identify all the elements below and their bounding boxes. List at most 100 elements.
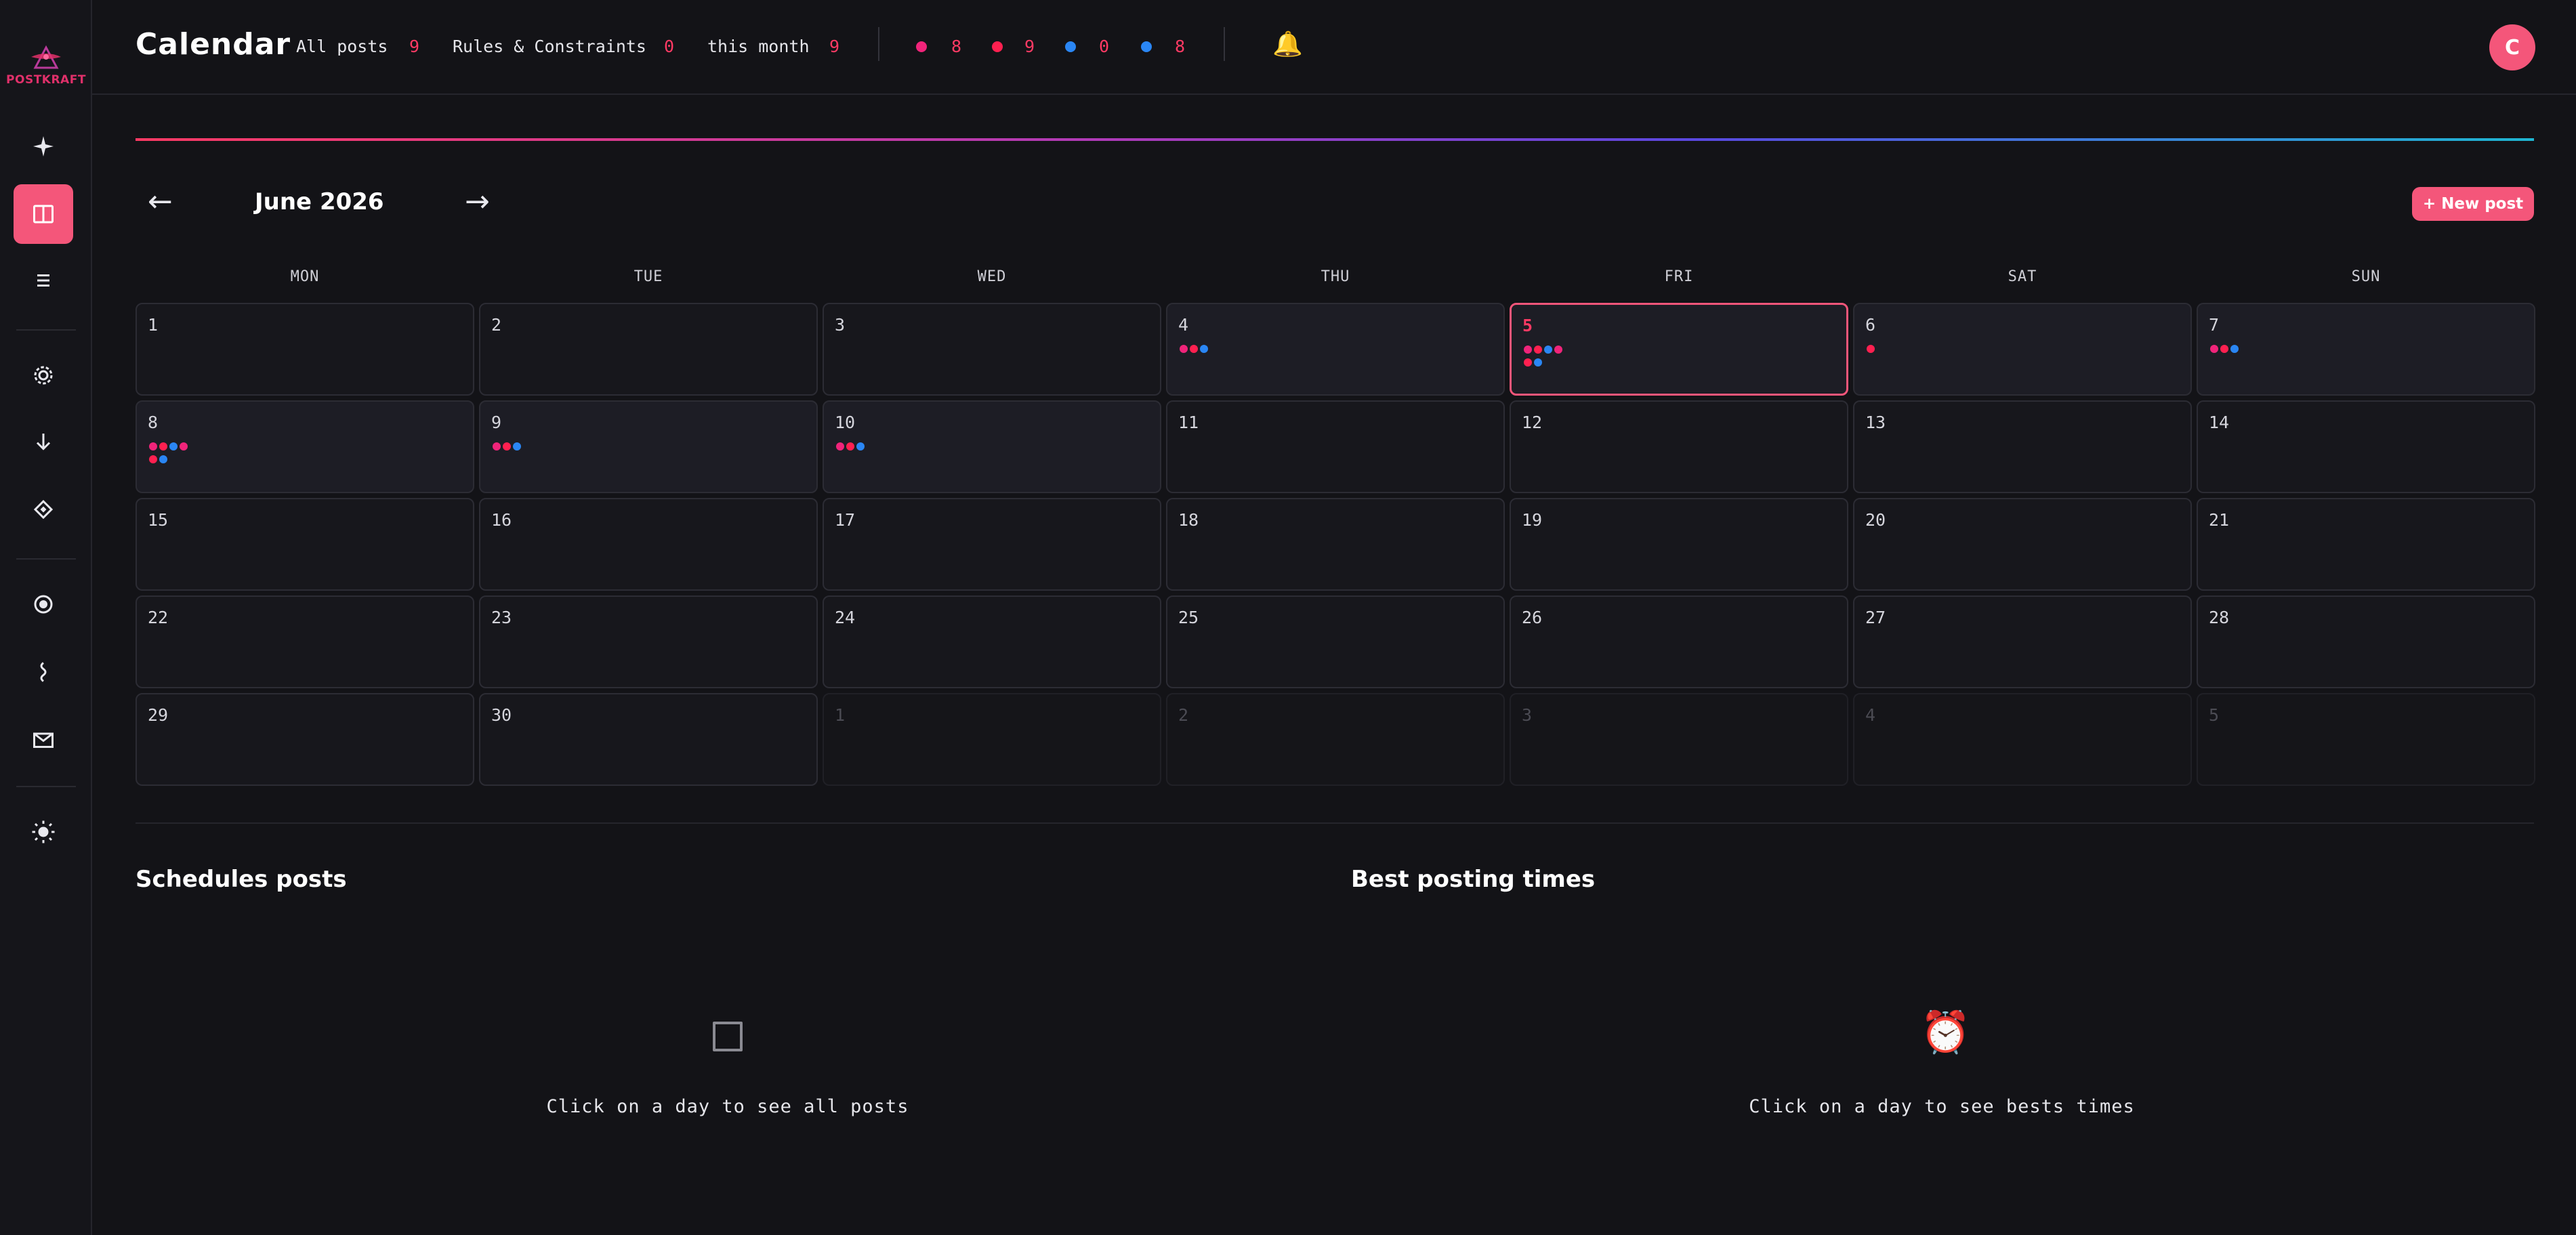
logo-text: POSTKRAFT <box>6 73 86 87</box>
post-dot <box>2210 345 2218 353</box>
channel-dot <box>1065 41 1076 52</box>
calendar-day-cell[interactable]: 2 <box>479 303 818 396</box>
post-dot <box>1534 358 1542 367</box>
calendar-day-cell[interactable]: 3 <box>823 303 1161 396</box>
calendar-day-cell[interactable]: 12 <box>1510 400 1848 493</box>
post-dot <box>180 442 188 451</box>
calendar-day-cell[interactable]: 26 <box>1510 595 1848 688</box>
calendar-day-cell[interactable]: 5 <box>2197 693 2535 786</box>
calendar-day-cell[interactable]: 9 <box>479 400 818 493</box>
wave-nav-button[interactable] <box>14 642 73 702</box>
post-indicators <box>149 442 190 468</box>
day-number: 2 <box>1178 705 1189 725</box>
day-number: 4 <box>1178 315 1189 335</box>
calendar-day-cell[interactable]: 28 <box>2197 595 2535 688</box>
day-number: 22 <box>148 608 169 627</box>
calendar-day-cell[interactable]: 4 <box>1853 693 2192 786</box>
calendar-day-cell[interactable]: 17 <box>823 498 1161 591</box>
day-number: 19 <box>1522 510 1543 530</box>
theme-toggle-button[interactable] <box>14 802 73 862</box>
post-dot <box>2220 345 2228 353</box>
calendar-day-cell[interactable]: 13 <box>1853 400 2192 493</box>
calendar-day-cell[interactable]: 15 <box>136 498 474 591</box>
weekday-label: WED <box>977 268 1007 285</box>
day-number: 15 <box>148 510 169 530</box>
calendar-day-cell[interactable]: 8 <box>136 400 474 493</box>
app-logo[interactable]: POSTKRAFT <box>5 42 87 91</box>
weekday-label: MON <box>290 268 320 285</box>
sun-icon <box>32 820 55 843</box>
stat-rules-label: Rules & Constraints <box>453 37 646 56</box>
channel-count: 8 <box>951 37 962 56</box>
scheduled-empty-text: Click on a day to see all posts <box>546 1096 909 1117</box>
sparkle-icon <box>33 136 54 156</box>
best-times-empty-text: Click on a day to see bests times <box>1749 1096 2135 1117</box>
calendar-day-cell[interactable]: 5 <box>1510 303 1848 396</box>
section-divider <box>136 822 2534 824</box>
stat-month-label: this month <box>707 37 810 56</box>
calendar-day-cell[interactable]: 6 <box>1853 303 2192 396</box>
calendar-day-cell[interactable]: 27 <box>1853 595 2192 688</box>
post-indicators <box>1180 345 1220 358</box>
day-number: 12 <box>1522 413 1543 432</box>
day-number: 17 <box>835 510 856 530</box>
download-nav-button[interactable] <box>14 412 73 472</box>
calendar-day-cell[interactable]: 16 <box>479 498 818 591</box>
calendar-day-cell[interactable]: 4 <box>1166 303 1505 396</box>
record-nav-button[interactable] <box>14 574 73 634</box>
list-nav-button[interactable] <box>14 251 73 310</box>
gradient-divider <box>136 138 2534 141</box>
calendar-day-cell[interactable]: 14 <box>2197 400 2535 493</box>
calendar-day-cell[interactable]: 10 <box>823 400 1161 493</box>
day-number: 5 <box>2209 705 2220 725</box>
weekday-label: FRI <box>1664 268 1694 285</box>
sidebar-divider <box>16 558 76 560</box>
calendar-day-cell[interactable]: 2 <box>1166 693 1505 786</box>
calendar-day-cell[interactable]: 23 <box>479 595 818 688</box>
calendar-grid: 1 2 3 4 5 6 7 8 9 10 11 12 13 14 15 16 17 18 19 20 21 22 23 24 2… <box>136 303 2535 786</box>
top-header: Calendar All posts 9 Rules & Constraints… <box>92 0 2576 95</box>
calendar-day-cell[interactable]: 25 <box>1166 595 1505 688</box>
day-number: 6 <box>1865 315 1876 335</box>
calendar-day-cell[interactable]: 19 <box>1510 498 1848 591</box>
calendar-day-cell[interactable]: 3 <box>1510 693 1848 786</box>
post-dot <box>159 455 167 463</box>
prev-month-button[interactable]: ← <box>148 184 173 219</box>
calendar-day-cell[interactable]: 7 <box>2197 303 2535 396</box>
record-icon <box>34 595 53 614</box>
avatar[interactable]: C <box>2489 24 2535 70</box>
calendar-day-cell[interactable]: 1 <box>823 693 1161 786</box>
mail-icon <box>33 732 54 748</box>
calendar-nav-button[interactable] <box>14 184 73 244</box>
new-post-button[interactable]: + New post <box>2412 187 2534 221</box>
channel-count: 8 <box>1175 37 1186 56</box>
calendar-day-cell[interactable]: 21 <box>2197 498 2535 591</box>
day-number: 25 <box>1178 608 1199 627</box>
post-dot <box>149 442 157 451</box>
day-number: 29 <box>148 705 169 725</box>
calendar-day-cell[interactable]: 11 <box>1166 400 1505 493</box>
day-number: 27 <box>1865 608 1886 627</box>
calendar-day-cell[interactable]: 22 <box>136 595 474 688</box>
post-dot <box>169 442 178 451</box>
post-dot <box>503 442 511 451</box>
calendar-day-cell[interactable]: 20 <box>1853 498 2192 591</box>
calendar-day-cell[interactable]: 24 <box>823 595 1161 688</box>
bell-icon[interactable]: 🔔 <box>1272 30 1303 58</box>
calendar-day-cell[interactable]: 1 <box>136 303 474 396</box>
diamond-nav-button[interactable] <box>14 480 73 539</box>
mail-nav-button[interactable] <box>14 710 73 770</box>
settings-nav-button[interactable] <box>14 346 73 405</box>
post-dot <box>1544 346 1552 354</box>
day-number: 9 <box>491 413 502 432</box>
day-number: 28 <box>2209 608 2230 627</box>
next-month-button[interactable]: → <box>465 184 490 219</box>
calendar-day-cell[interactable]: 29 <box>136 693 474 786</box>
calendar-day-cell[interactable]: 30 <box>479 693 818 786</box>
sidebar: POSTKRAFT <box>0 0 92 1235</box>
calendar-day-cell[interactable]: 18 <box>1166 498 1505 591</box>
postkraft-logo-icon <box>31 45 61 69</box>
sparkle-nav-button[interactable] <box>14 117 73 176</box>
day-number: 30 <box>491 705 512 725</box>
channel-count: 9 <box>1024 37 1035 56</box>
